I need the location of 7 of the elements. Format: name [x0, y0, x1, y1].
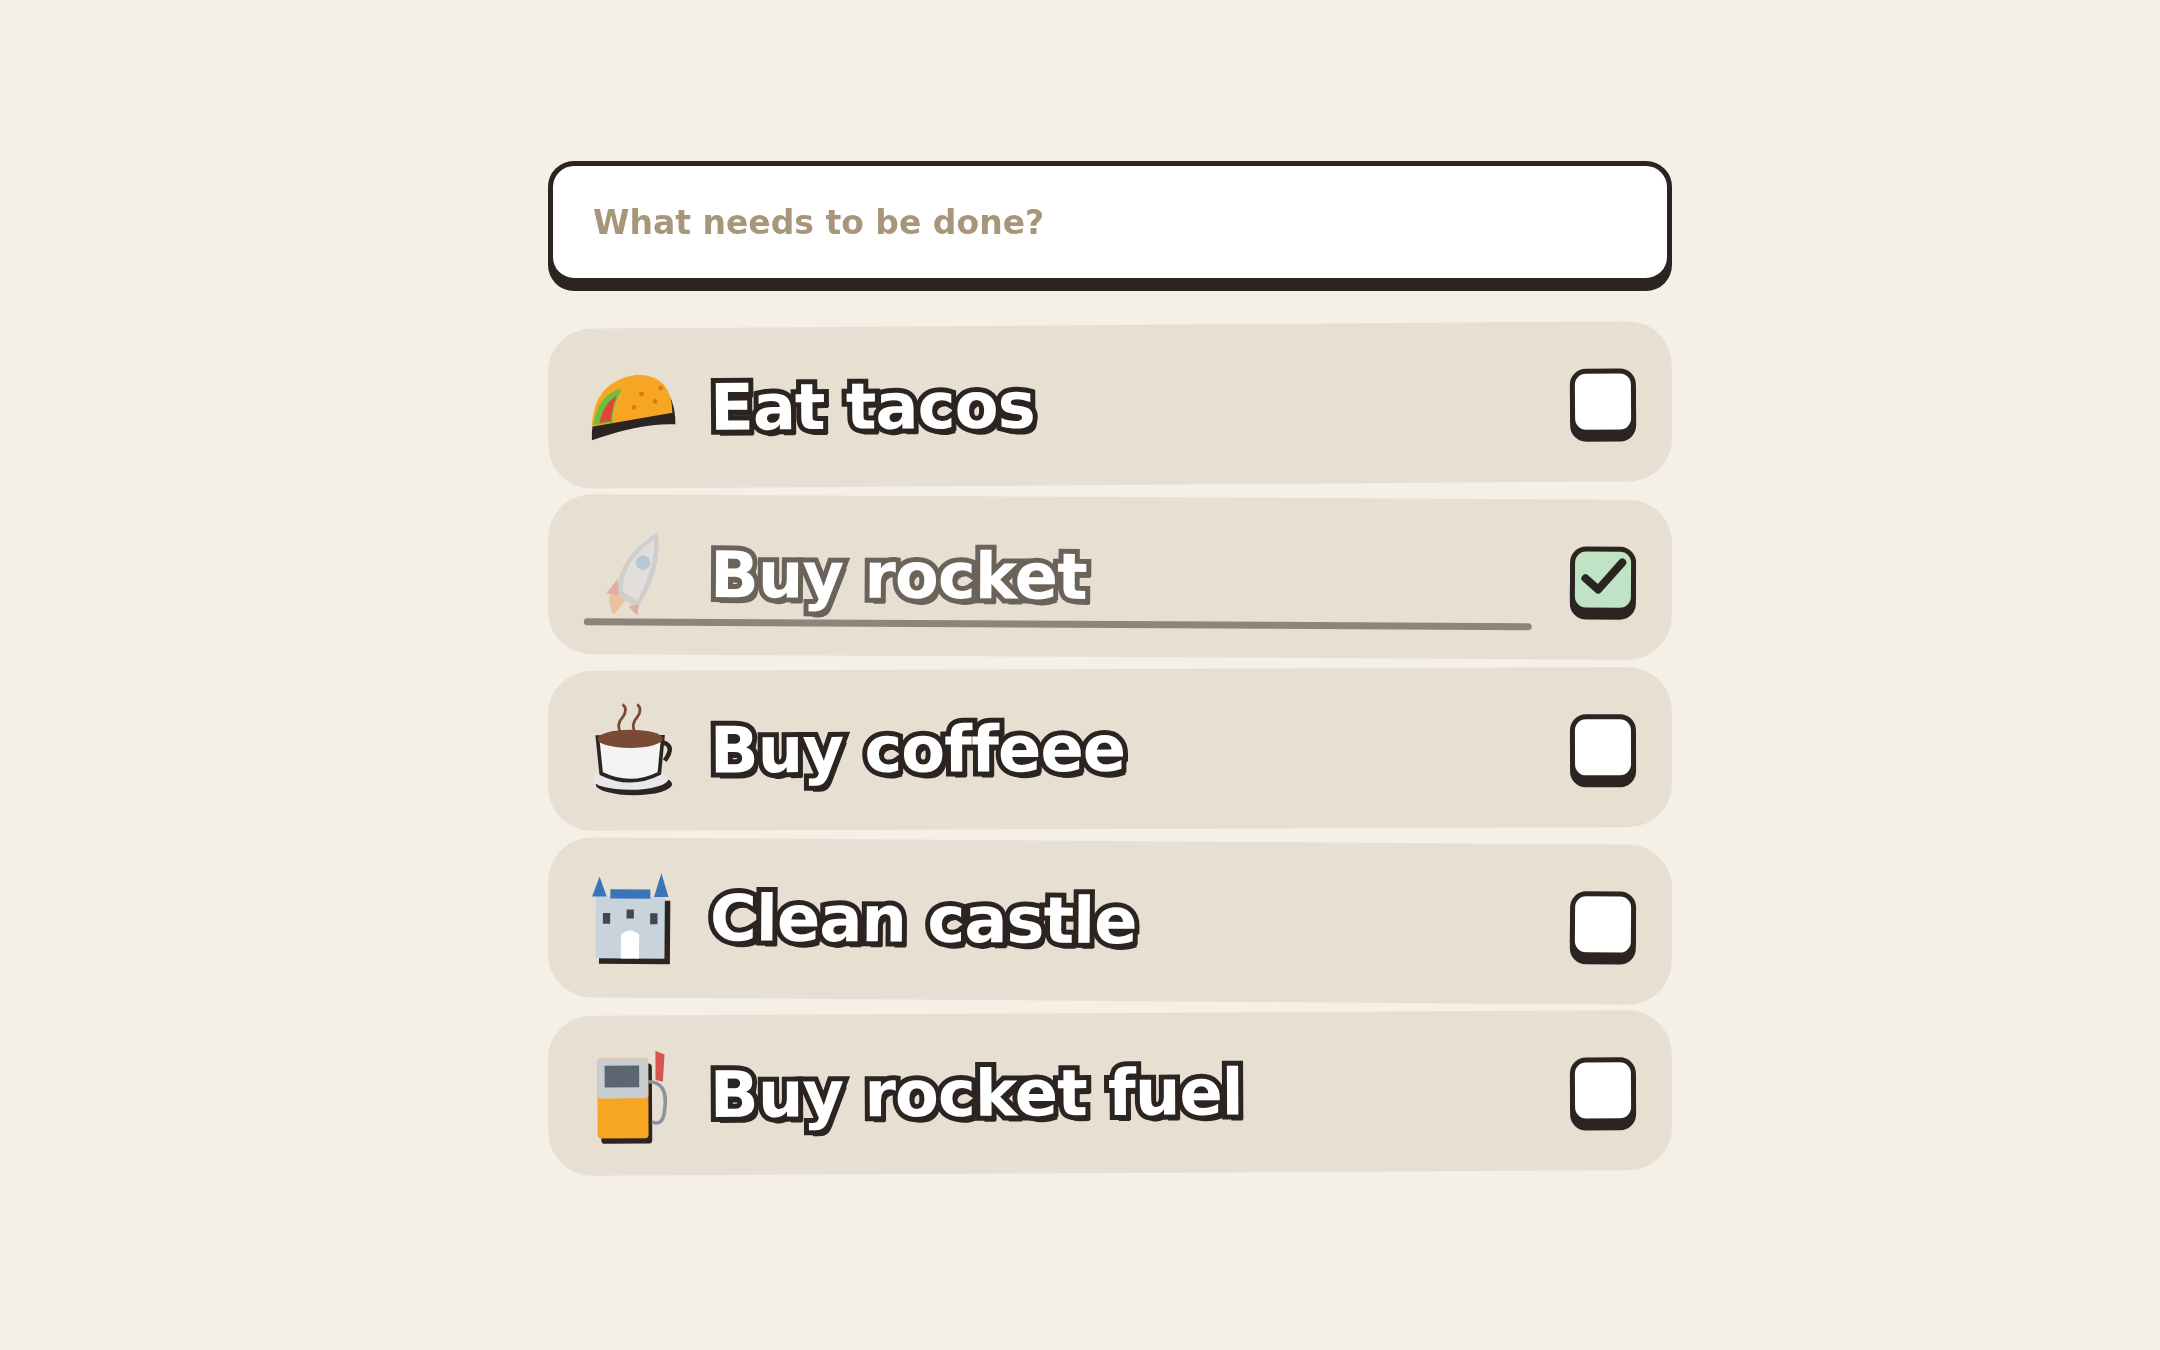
- todo-text: Eat tacos: [709, 370, 1035, 443]
- todo-text: Buy rocket: [709, 539, 1087, 613]
- todo-text: Clean castle: [709, 883, 1137, 957]
- todo-item[interactable]: Eat tacos: [547, 321, 1673, 489]
- todo-item[interactable]: Clean castle: [547, 837, 1673, 1005]
- todo-item[interactable]: Buy rocket: [547, 494, 1673, 660]
- todo-input-field[interactable]: What needs to be done?: [548, 161, 1672, 283]
